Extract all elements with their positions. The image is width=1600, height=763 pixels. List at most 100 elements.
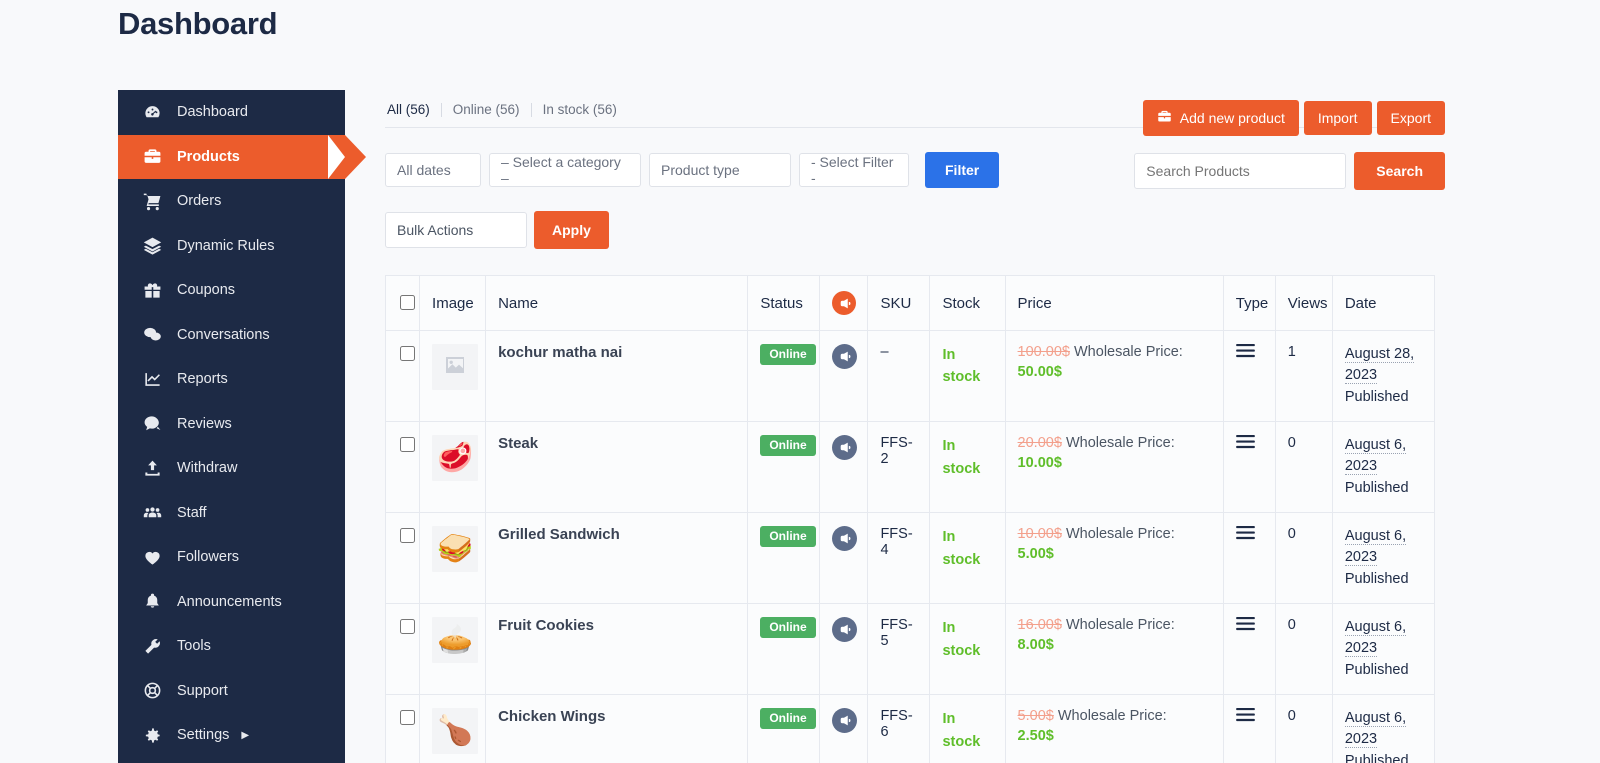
column-header-name[interactable]: Name: [485, 275, 749, 331]
apply-bulk-action-button[interactable]: Apply: [534, 211, 609, 249]
table-row[interactable]: 🥩 Steak Online FFS-2 In stock 20.00$ Wholesal…: [384, 421, 1436, 514]
extra-filter-select[interactable]: - Select Filter -: [799, 153, 909, 187]
status-tab-online[interactable]: Online (56): [442, 102, 531, 117]
product-stock-cell: In stock: [929, 694, 1006, 763]
sidebar-item-reports[interactable]: Reports: [118, 357, 345, 402]
product-thumbnail-image: 🥩: [436, 441, 474, 474]
import-button[interactable]: Import: [1303, 101, 1372, 135]
announcement-icon[interactable]: [832, 435, 858, 461]
speedometer-icon: [143, 103, 173, 122]
publish-date: August 6, 2023: [1344, 437, 1407, 476]
announcement-icon[interactable]: [832, 708, 858, 734]
export-button[interactable]: Export: [1376, 101, 1445, 135]
gift-icon: [143, 281, 173, 300]
status-tab-all[interactable]: All (56): [387, 102, 441, 117]
announcement-icon[interactable]: [832, 291, 857, 315]
product-announcement-cell: [819, 694, 869, 763]
sidebar-item-withdraw[interactable]: Withdraw: [118, 446, 345, 491]
row-checkbox[interactable]: [400, 619, 415, 635]
sidebar-item-products[interactable]: Products: [118, 134, 366, 179]
table-row[interactable]: 🍗 Chicken Wings Online FFS-6 In stock 5.00$ W…: [384, 694, 1436, 763]
sidebar-item-dashboard[interactable]: Dashboard: [118, 90, 345, 135]
table-row[interactable]: kochur matha nai Online – In stock 100.00$ W…: [384, 329, 1436, 423]
bulk-actions-select[interactable]: Bulk Actions: [385, 212, 527, 248]
product-name-link[interactable]: Fruit Cookies: [498, 617, 594, 634]
date-filter-select[interactable]: All dates: [385, 153, 481, 187]
row-checkbox[interactable]: [400, 437, 415, 453]
row-checkbox[interactable]: [400, 346, 415, 361]
select-all-header: [384, 275, 421, 331]
hamburger-icon[interactable]: [1235, 526, 1263, 544]
publish-status: Published: [1344, 571, 1409, 588]
sidebar-item-support[interactable]: Support: [118, 669, 345, 714]
sidebar-item-orders[interactable]: Orders: [118, 179, 345, 224]
chevron-right-icon[interactable]: ▶: [241, 730, 249, 741]
product-stock-cell: In stock: [929, 421, 1006, 514]
product-announcement-cell: [819, 603, 869, 696]
announcement-icon[interactable]: [832, 526, 858, 552]
select-all-checkbox[interactable]: [400, 294, 415, 310]
status-badge: Online: [760, 526, 816, 548]
status-tab-in[interactable]: In stock (56): [532, 102, 628, 117]
product-name-link[interactable]: Chicken Wings: [498, 708, 605, 725]
lifebuoy-icon: [143, 681, 173, 700]
sidebar-item-reviews[interactable]: Reviews: [118, 402, 345, 447]
product-sku-cell: FFS-5: [867, 603, 931, 696]
announcement-icon[interactable]: [832, 617, 858, 643]
sidebar-item-label: Orders: [177, 193, 222, 210]
sidebar-item-settings[interactable]: Settings ▶: [118, 713, 345, 758]
product-status-cell: Online: [747, 694, 821, 763]
sidebar-item-conversations[interactable]: Conversations: [118, 313, 345, 358]
page-title: Dashboard: [118, 6, 278, 41]
briefcase-icon: [1157, 109, 1172, 127]
product-name-link[interactable]: kochur matha nai: [498, 344, 622, 361]
table-row[interactable]: 🥧 Fruit Cookies Online FFS-5 In stock 16.00$ …: [384, 603, 1436, 696]
column-header-stock[interactable]: Stock: [929, 275, 1006, 331]
filter-button[interactable]: Filter: [925, 152, 1000, 188]
gear-icon: [143, 726, 173, 745]
publish-date: August 6, 2023: [1344, 619, 1407, 658]
table-row[interactable]: 🥪 Grilled Sandwich Online FFS-4 In stock 10.0…: [384, 512, 1436, 605]
column-header-sku[interactable]: SKU: [867, 275, 931, 331]
hamburger-icon[interactable]: [1235, 435, 1263, 453]
product-price-cell: 100.00$ Wholesale Price: 50.00$: [1004, 329, 1224, 423]
column-header-type[interactable]: Type: [1222, 275, 1276, 331]
publish-date: August 6, 2023: [1344, 710, 1407, 749]
product-type-filter-select[interactable]: Product type: [649, 153, 791, 187]
sidebar-item-label: Reports: [177, 371, 228, 388]
row-select-cell: [384, 329, 421, 423]
sidebar-item-label: Staff: [177, 504, 207, 521]
hamburger-icon[interactable]: [1235, 708, 1263, 726]
hamburger-icon[interactable]: [1235, 617, 1263, 635]
row-checkbox[interactable]: [400, 710, 415, 726]
bulk-actions-bar: Bulk Actions Apply: [385, 211, 1445, 249]
column-header-date[interactable]: Date: [1331, 275, 1436, 331]
sidebar-item-tools[interactable]: Tools: [118, 624, 345, 669]
hamburger-icon[interactable]: [1235, 344, 1263, 362]
column-header-status[interactable]: Status: [747, 275, 821, 331]
sidebar-item-coupons[interactable]: Coupons: [118, 268, 345, 313]
product-name-link[interactable]: Grilled Sandwich: [498, 526, 620, 543]
search-button[interactable]: Search: [1354, 152, 1445, 190]
product-name-cell: Steak: [485, 421, 749, 514]
column-header-views[interactable]: Views: [1274, 275, 1333, 331]
sidebar-item-announcements[interactable]: Announcements: [118, 580, 345, 625]
column-header-image[interactable]: Image: [419, 275, 487, 331]
product-thumbnail: 🥧: [432, 617, 479, 664]
product-thumbnail: 🍗: [432, 708, 479, 755]
row-checkbox[interactable]: [400, 528, 415, 544]
filter-bar: All dates – Select a category – Product …: [385, 152, 1445, 190]
add-new-product-button[interactable]: Add new product: [1142, 100, 1299, 136]
main-content: All (56) Online (56) In stock (56) Add new…: [384, 90, 1445, 763]
category-filter-select[interactable]: – Select a category –: [489, 153, 641, 187]
announcement-icon[interactable]: [832, 344, 858, 369]
wholesale-price-label: Wholesale Price:: [1065, 435, 1175, 452]
sidebar-item-label: Products: [177, 148, 240, 165]
product-date-cell: August 6, 2023 Published: [1331, 512, 1436, 605]
product-name-link[interactable]: Steak: [498, 435, 538, 452]
sidebar-item-staff[interactable]: Staff: [118, 491, 345, 536]
column-header-price[interactable]: Price: [1004, 275, 1224, 331]
sidebar-item-followers[interactable]: Followers: [118, 535, 345, 580]
search-input[interactable]: [1134, 153, 1347, 189]
sidebar-item-dynamic-rules[interactable]: Dynamic Rules: [118, 224, 345, 269]
